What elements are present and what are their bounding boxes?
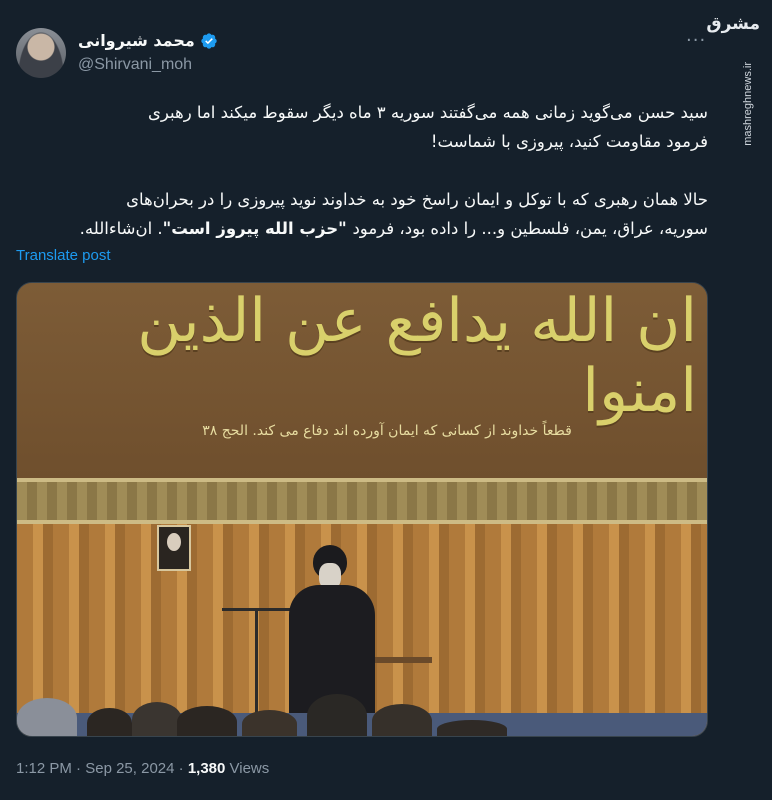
media-calligraphy: ان الله یدافع عن الذین امنوا <box>137 286 697 426</box>
watermark: مشرق mashreghnews.ir <box>706 12 764 146</box>
author-handle[interactable]: @Shirvani_moh <box>78 56 192 74</box>
tweet-text-part: سوریه، عراق، یمن، فلسطین و... را داده بو… <box>352 219 708 238</box>
author-name-row[interactable]: محمد شیروانی <box>78 31 218 50</box>
tweet-date[interactable]: Sep 25, 2024 <box>85 760 174 777</box>
tweet-quote: "حزب الله پیروز است" <box>162 219 353 238</box>
tweet-media-image[interactable]: ان الله یدافع عن الذین امنوا قطعاً خداون… <box>16 282 708 737</box>
tweet-line: فرمود مقاومت کنید، پیروزی با شماست! <box>430 132 708 151</box>
translate-post-link[interactable]: Translate post <box>16 247 111 264</box>
tweet-text: سید حسن می‌گوید زمانی همه می‌گفتند سوریه… <box>16 98 708 243</box>
views-label: Views <box>225 760 270 777</box>
meta-separator: · <box>174 760 188 777</box>
tweet-meta: 1:12 PM · Sep 25, 2024 · 1,380 Views <box>16 760 269 777</box>
media-audience <box>17 683 707 736</box>
more-options-icon[interactable]: ··· <box>686 30 706 51</box>
user-avatar[interactable] <box>16 28 66 78</box>
tweet-time[interactable]: 1:12 PM <box>16 760 72 777</box>
views-count: 1,380 <box>187 760 226 777</box>
media-wall: ان الله یدافع عن الذین امنوا قطعاً خداون… <box>17 283 707 478</box>
media-verse-caption: قطعاً خداوند از کسانی که ایمان آورده اند… <box>202 423 572 439</box>
meta-separator: · <box>71 760 86 777</box>
tweet-line: سوریه، عراق، یمن، فلسطین و... را داده بو… <box>16 214 708 243</box>
tweet-header: محمد شیروانی @Shirvani_moh <box>16 28 676 80</box>
verified-badge-icon <box>201 32 217 49</box>
media-portrait-frame <box>157 525 191 571</box>
media-decorative-band <box>17 478 707 524</box>
tweet-line: حالا همان رهبری که با توکل و ایمان راسخ … <box>126 190 708 209</box>
author-display-name[interactable]: محمد شیروانی <box>78 31 195 50</box>
watermark-url: mashreghnews.ir <box>742 62 754 146</box>
tweet-text-part: . ان‌شاءالله. <box>79 219 163 238</box>
watermark-logo: مشرق <box>706 14 760 34</box>
tweet-line: سید حسن می‌گوید زمانی همه می‌گفتند سوریه… <box>148 103 708 122</box>
